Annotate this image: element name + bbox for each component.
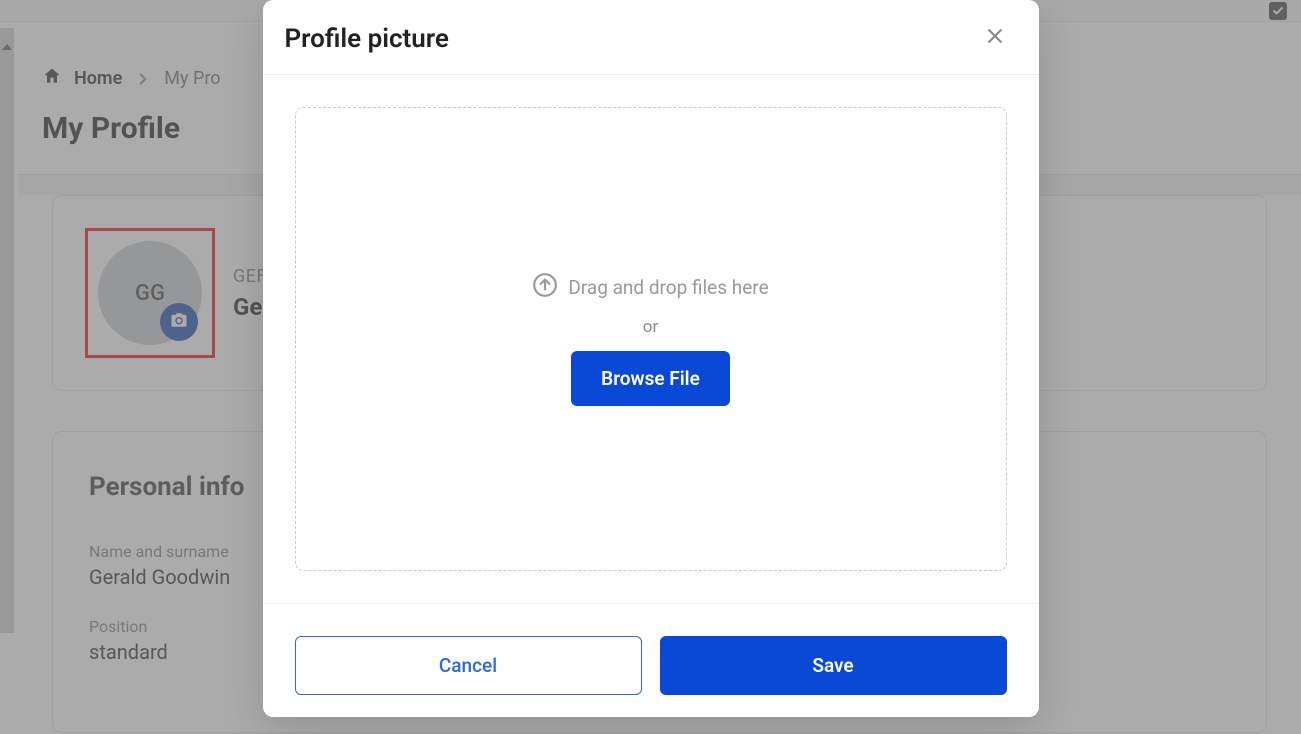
- file-drop-zone[interactable]: Drag and drop files here or Browse File: [295, 107, 1007, 571]
- upload-icon: [532, 272, 558, 303]
- close-icon: [985, 26, 1005, 52]
- cancel-button[interactable]: Cancel: [295, 636, 642, 695]
- or-text: or: [643, 317, 658, 337]
- modal-footer: Cancel Save: [263, 603, 1039, 717]
- close-button[interactable]: [981, 25, 1009, 53]
- modal-header: Profile picture: [263, 0, 1039, 75]
- profile-picture-modal: Profile picture Drag and drop files here…: [263, 0, 1039, 717]
- drop-hint-line: Drag and drop files here: [532, 272, 768, 303]
- modal-title: Profile picture: [285, 24, 449, 54]
- browse-file-button[interactable]: Browse File: [571, 351, 730, 406]
- save-button[interactable]: Save: [660, 636, 1007, 695]
- modal-body: Drag and drop files here or Browse File: [263, 75, 1039, 603]
- drop-hint-text: Drag and drop files here: [568, 276, 768, 299]
